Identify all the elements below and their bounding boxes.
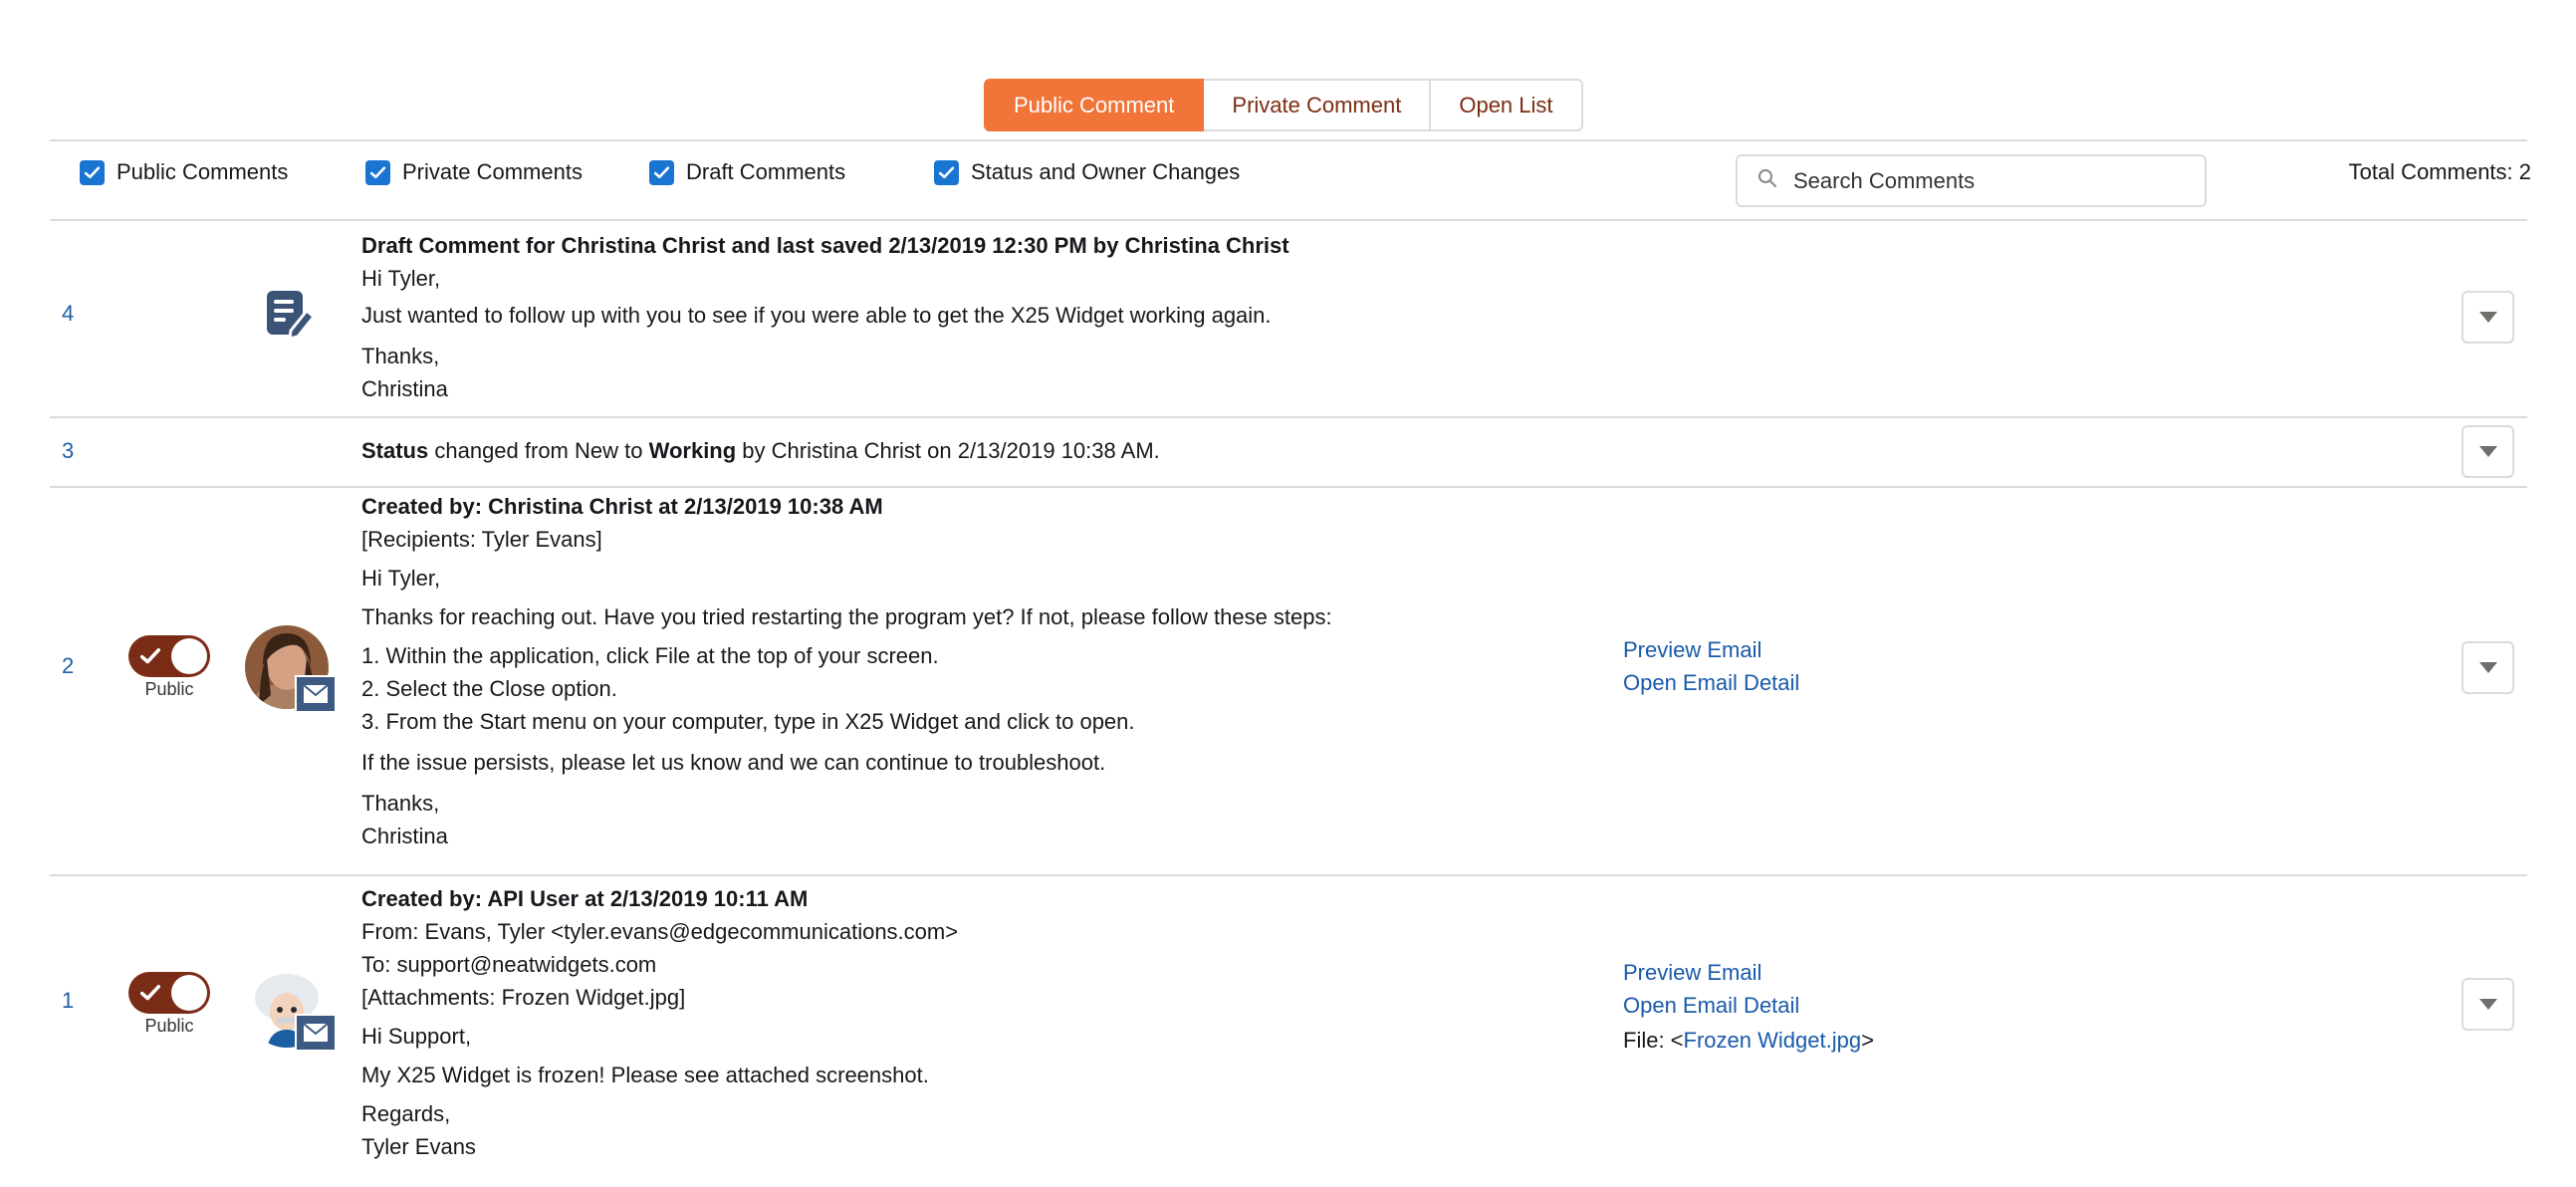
comment-header: Created by: API User at 2/13/2019 10:11 …: [361, 886, 809, 911]
checkbox-checked-icon[interactable]: [80, 159, 105, 185]
filter-label: Draft Comments: [686, 159, 846, 184]
comment-line: Hi Tyler,: [361, 266, 441, 291]
preview-email-link[interactable]: Preview Email: [1623, 633, 1799, 666]
comment-row: 2 Public Created by: Christina Christ at…: [0, 486, 2576, 874]
filter-status-owner-changes[interactable]: Status and Owner Changes: [934, 159, 1240, 185]
row-actions-dropdown-button[interactable]: [2461, 425, 2514, 478]
email-icon: [295, 675, 337, 713]
comment-line: Thanks for reaching out. Have you tried …: [361, 604, 1332, 629]
draft-note-icon: [261, 287, 317, 345]
row-number: 4: [62, 301, 75, 326]
chevron-down-icon: [2478, 446, 2497, 457]
row-number: 1: [62, 988, 75, 1013]
comment-line: If the issue persists, please let us kno…: [361, 750, 1106, 775]
comment-line: 2. Select the Close option.: [361, 676, 617, 701]
comment-row: 1 Public Created by: API User at 2/13/20…: [0, 874, 2576, 1187]
comment-line: To: support@neatwidgets.com: [361, 952, 657, 977]
row-actions-dropdown-button[interactable]: [2461, 291, 2514, 344]
tab-private-comment[interactable]: Private Comment: [1204, 79, 1432, 131]
filter-label: Private Comments: [402, 159, 583, 184]
status-change-text: Status changed from New to Working by Ch…: [361, 438, 1160, 463]
comment-line: Thanks,: [361, 344, 440, 368]
toggle-switch[interactable]: [128, 635, 210, 677]
toggle-switch[interactable]: [128, 972, 210, 1014]
comment-line: 1. Within the application, click File at…: [361, 643, 939, 668]
divider: [50, 139, 2527, 141]
open-email-detail-link[interactable]: Open Email Detail: [1623, 989, 1874, 1022]
filter-label: Public Comments: [117, 159, 289, 184]
comment-line: Christina: [361, 376, 448, 401]
tab-open-list[interactable]: Open List: [1431, 79, 1583, 131]
email-icon: [295, 1014, 337, 1052]
attachment-file: File: <Frozen Widget.jpg>: [1623, 1028, 1874, 1053]
filter-private-comments[interactable]: Private Comments: [365, 159, 583, 185]
comment-line: Just wanted to follow up with you to see…: [361, 303, 1272, 328]
comment-line: [Recipients: Tyler Evans]: [361, 527, 602, 552]
checkbox-checked-icon[interactable]: [934, 159, 959, 185]
comment-line: Christina: [361, 824, 448, 848]
chevron-down-icon: [2478, 312, 2497, 323]
comment-line: [Attachments: Frozen Widget.jpg]: [361, 985, 686, 1010]
chevron-down-icon: [2478, 662, 2497, 673]
comment-header: Draft Comment for Christina Christ and l…: [361, 233, 1289, 258]
row-actions-dropdown-button[interactable]: [2461, 978, 2514, 1031]
comment-line: Hi Tyler,: [361, 566, 441, 591]
comment-line: Regards,: [361, 1101, 451, 1126]
toggle-label: Public: [144, 1016, 194, 1036]
comment-line: Tyler Evans: [361, 1134, 476, 1159]
search-input[interactable]: [1791, 166, 2170, 195]
comment-line: Hi Support,: [361, 1024, 472, 1049]
public-toggle[interactable]: Public: [127, 635, 211, 700]
checkbox-checked-icon[interactable]: [365, 159, 390, 185]
filter-public-comments[interactable]: Public Comments: [80, 159, 288, 185]
comment-line: From: Evans, Tyler <tyler.evans@edgecomm…: [361, 919, 959, 944]
filter-draft-comments[interactable]: Draft Comments: [649, 159, 845, 185]
status-change-row: 3 Status changed from New to Working by …: [0, 416, 2576, 486]
comment-row: 4 Draft Comment for Christina Christ and…: [0, 219, 2576, 416]
checkbox-checked-icon[interactable]: [649, 159, 674, 185]
comment-tab-group: Public Comment Private Comment Open List: [984, 79, 1583, 131]
total-comments-count: Total Comments: 2: [2348, 159, 2531, 184]
search-box: [1736, 154, 2207, 207]
comment-header: Created by: Christina Christ at 2/13/201…: [361, 494, 883, 519]
comment-line: Thanks,: [361, 791, 440, 816]
tab-public-comment[interactable]: Public Comment: [984, 79, 1205, 131]
open-email-detail-link[interactable]: Open Email Detail: [1623, 666, 1799, 699]
row-actions-dropdown-button[interactable]: [2461, 641, 2514, 694]
attachment-file-link[interactable]: Frozen Widget.jpg: [1684, 1028, 1862, 1053]
preview-email-link[interactable]: Preview Email: [1623, 956, 1874, 989]
toggle-label: Public: [144, 679, 194, 699]
public-toggle[interactable]: Public: [127, 972, 211, 1037]
comment-line: 3. From the Start menu on your computer,…: [361, 709, 1135, 734]
row-number: 2: [62, 653, 75, 678]
row-number: 3: [62, 438, 75, 463]
search-icon: [1757, 168, 1777, 194]
chevron-down-icon: [2478, 999, 2497, 1010]
comment-line: My X25 Widget is frozen! Please see atta…: [361, 1063, 929, 1087]
filter-label: Status and Owner Changes: [971, 159, 1241, 184]
